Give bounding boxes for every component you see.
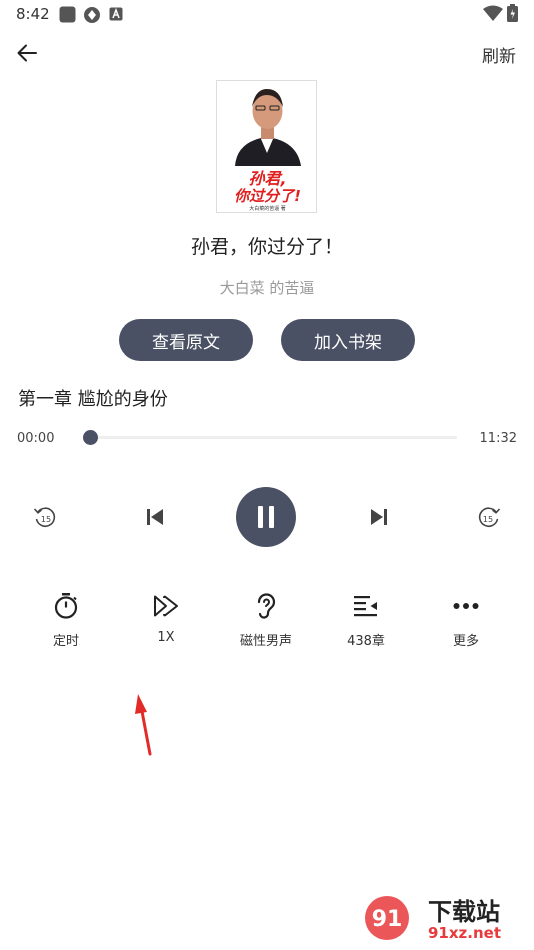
playback-speed-icon: [150, 590, 182, 622]
sync-notification-icon: [83, 6, 101, 28]
forward-15-button[interactable]: 15: [474, 505, 504, 531]
ear-voice-icon: [250, 590, 282, 622]
book-title: 孙君，你过分了！: [190, 236, 343, 258]
voice-label: 磁性男声: [239, 634, 292, 649]
forward-15-icon: 15: [478, 507, 501, 528]
svg-text:91: 91: [372, 907, 403, 932]
svg-text:大白菜的苦逼 著: 大白菜的苦逼 著: [249, 205, 286, 212]
svg-text:15: 15: [483, 515, 493, 524]
progress-bar[interactable]: [83, 430, 457, 445]
back-arrow-icon: [17, 44, 37, 62]
timer-button[interactable]: 定时: [21, 590, 111, 649]
wifi-icon: [483, 5, 503, 25]
rewind-15-button[interactable]: 15: [30, 505, 60, 531]
timer-label: 定时: [52, 634, 79, 649]
rewind-15-icon: 15: [33, 507, 56, 528]
chapter-title: 第一章 尴尬的身份: [18, 389, 168, 410]
book-cover-image: 孙君, 你过分了! 大白菜的苦逼 著: [217, 81, 316, 212]
chapter-list-button[interactable]: 438章: [321, 590, 411, 649]
svg-text:15: 15: [41, 515, 51, 524]
watermark-site: 91xz.net: [428, 924, 502, 942]
skip-next-icon: [371, 509, 387, 525]
skip-previous-icon: [147, 509, 163, 525]
site-watermark: 91 下载站 91xz.net: [360, 890, 530, 946]
back-button[interactable]: [12, 38, 42, 68]
book-cover: 孙君, 你过分了! 大白菜的苦逼 著: [216, 80, 317, 213]
voice-select-button[interactable]: 磁性男声: [221, 590, 311, 649]
status-time: 8:42: [16, 5, 50, 23]
a-notification-icon: [109, 6, 123, 25]
svg-text:你过分了!: 你过分了!: [234, 187, 301, 205]
app-notification-icon: [59, 6, 76, 27]
more-button[interactable]: 更多: [421, 590, 511, 649]
chapter-count-label: 438章: [347, 634, 385, 649]
refresh-button[interactable]: 刷新: [482, 42, 516, 67]
chapter-list-icon: [350, 590, 382, 622]
watermark-brand: 下载站: [428, 898, 500, 926]
timer-icon: [50, 590, 82, 622]
more-label: 更多: [452, 634, 479, 649]
top-bar: 刷新: [0, 36, 534, 72]
pause-icon: [258, 506, 274, 528]
current-time: 00:00: [17, 431, 55, 446]
next-chapter-button[interactable]: [367, 505, 391, 529]
total-time: 11:32: [479, 431, 517, 446]
progress-thumb[interactable]: [83, 430, 98, 445]
book-author: 大白菜 的苦逼: [219, 279, 315, 297]
playback-speed-button[interactable]: 1X: [121, 590, 211, 645]
add-to-shelf-button[interactable]: 加入书架: [281, 319, 415, 361]
more-dots-icon: [450, 590, 482, 622]
previous-chapter-button[interactable]: [143, 505, 167, 529]
status-bar: 8:42: [0, 0, 534, 30]
view-original-button[interactable]: 查看原文: [119, 319, 253, 361]
pause-button[interactable]: [236, 487, 296, 547]
annotation-arrow-icon: [130, 690, 160, 764]
svg-text:孙君,: 孙君,: [248, 169, 286, 188]
playback-speed-label: 1X: [157, 630, 175, 645]
battery-icon: [507, 4, 518, 26]
